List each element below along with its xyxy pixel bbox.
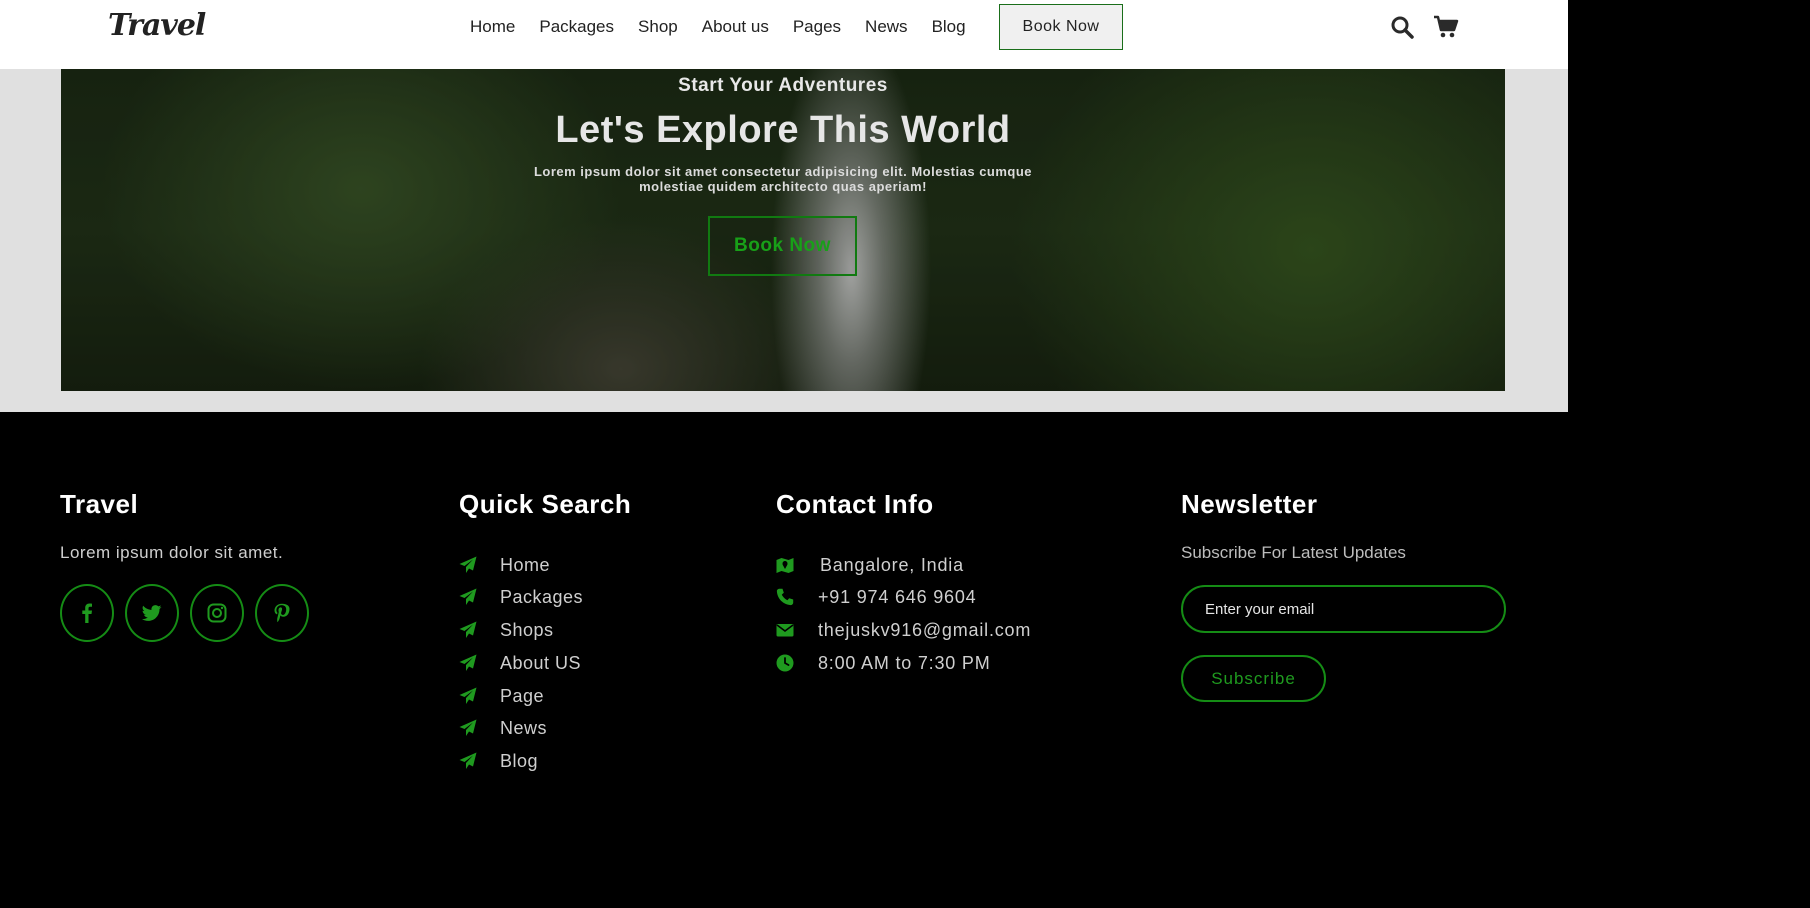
- contact-phone-text: +91 974 646 9604: [818, 586, 977, 607]
- footer-link-news[interactable]: News: [459, 718, 547, 738]
- footer-link-label: Shops: [500, 619, 554, 640]
- paper-plane-icon: [459, 621, 477, 638]
- footer-link-about[interactable]: About US: [459, 653, 581, 673]
- hero-section: Start Your Adventures Let's Explore This…: [0, 69, 1568, 412]
- hero-book-now-button[interactable]: Book Now: [708, 216, 857, 276]
- hero-subtitle: Start Your Adventures: [678, 75, 888, 96]
- site-footer: Travel Lorem ipsum dolor sit amet. Quick…: [0, 412, 1568, 787]
- footer-newsletter-title: Newsletter: [1181, 489, 1318, 519]
- contact-phone[interactable]: +91 974 646 9604: [776, 587, 976, 607]
- logo[interactable]: Travel: [108, 8, 206, 43]
- footer-link-shops[interactable]: Shops: [459, 620, 554, 640]
- nav-news[interactable]: News: [865, 17, 908, 37]
- subscribe-button[interactable]: Subscribe: [1181, 655, 1326, 702]
- nav-pages[interactable]: Pages: [793, 17, 841, 37]
- footer-link-label: Blog: [500, 750, 539, 771]
- hero-text: Lorem ipsum dolor sit amet consectetur a…: [533, 164, 1033, 194]
- facebook-link[interactable]: [60, 584, 114, 642]
- contact-address: Bangalore, India: [776, 555, 964, 575]
- twitter-link[interactable]: [125, 584, 179, 642]
- contact-hours-text: 8:00 AM to 7:30 PM: [818, 652, 991, 673]
- header-book-now-button[interactable]: Book Now: [999, 4, 1123, 50]
- contact-hours: 8:00 AM to 7:30 PM: [776, 653, 991, 673]
- instagram-icon: [207, 603, 227, 623]
- footer-link-blog[interactable]: Blog: [459, 751, 538, 771]
- hero-title: Let's Explore This World: [555, 109, 1011, 151]
- footer-link-home[interactable]: Home: [459, 555, 550, 575]
- paper-plane-icon: [459, 752, 477, 769]
- nav-blog[interactable]: Blog: [932, 17, 966, 37]
- footer-about-title: Travel: [60, 489, 139, 519]
- pinterest-link[interactable]: [255, 584, 309, 642]
- nav-about[interactable]: About us: [702, 17, 769, 37]
- search-icon[interactable]: [1390, 15, 1414, 39]
- map-icon: [776, 558, 794, 573]
- nav-shop[interactable]: Shop: [638, 17, 678, 37]
- pinterest-icon: [274, 603, 290, 623]
- clock-icon: [776, 654, 794, 672]
- nav-packages[interactable]: Packages: [539, 17, 614, 37]
- contact-email-text: thejuskv916@gmail.com: [818, 619, 1032, 640]
- footer-quick-search-title: Quick Search: [459, 489, 632, 519]
- contact-address-text: Bangalore, India: [820, 554, 964, 575]
- instagram-link[interactable]: [190, 584, 244, 642]
- newsletter-subtitle: Subscribe For Latest Updates: [1181, 543, 1406, 562]
- footer-link-label: Home: [500, 554, 551, 575]
- twitter-icon: [142, 605, 162, 621]
- cart-icon[interactable]: [1433, 14, 1459, 40]
- footer-contact-title: Contact Info: [776, 489, 934, 519]
- footer-link-page[interactable]: Page: [459, 686, 544, 706]
- envelope-icon: [776, 624, 794, 637]
- phone-icon: [776, 588, 794, 606]
- nav-home[interactable]: Home: [470, 17, 515, 37]
- footer-link-packages[interactable]: Packages: [459, 587, 583, 607]
- contact-email[interactable]: thejuskv916@gmail.com: [776, 620, 1031, 640]
- paper-plane-icon: [459, 556, 477, 573]
- footer-link-label: About US: [500, 652, 582, 673]
- footer-link-label: Packages: [500, 586, 584, 607]
- paper-plane-icon: [459, 588, 477, 605]
- paper-plane-icon: [459, 719, 477, 736]
- footer-link-label: Page: [500, 685, 545, 706]
- newsletter-email-input[interactable]: [1181, 585, 1506, 633]
- site-header: Travel Home Packages Shop About us Pages…: [0, 0, 1568, 69]
- footer-about-text: Lorem ipsum dolor sit amet.: [60, 543, 284, 562]
- hero-banner: Start Your Adventures Let's Explore This…: [61, 69, 1505, 391]
- main-nav: Home Packages Shop About us Pages News B…: [470, 0, 990, 54]
- paper-plane-icon: [459, 687, 477, 704]
- paper-plane-icon: [459, 654, 477, 671]
- facebook-icon: [82, 603, 92, 623]
- footer-link-label: News: [500, 717, 548, 738]
